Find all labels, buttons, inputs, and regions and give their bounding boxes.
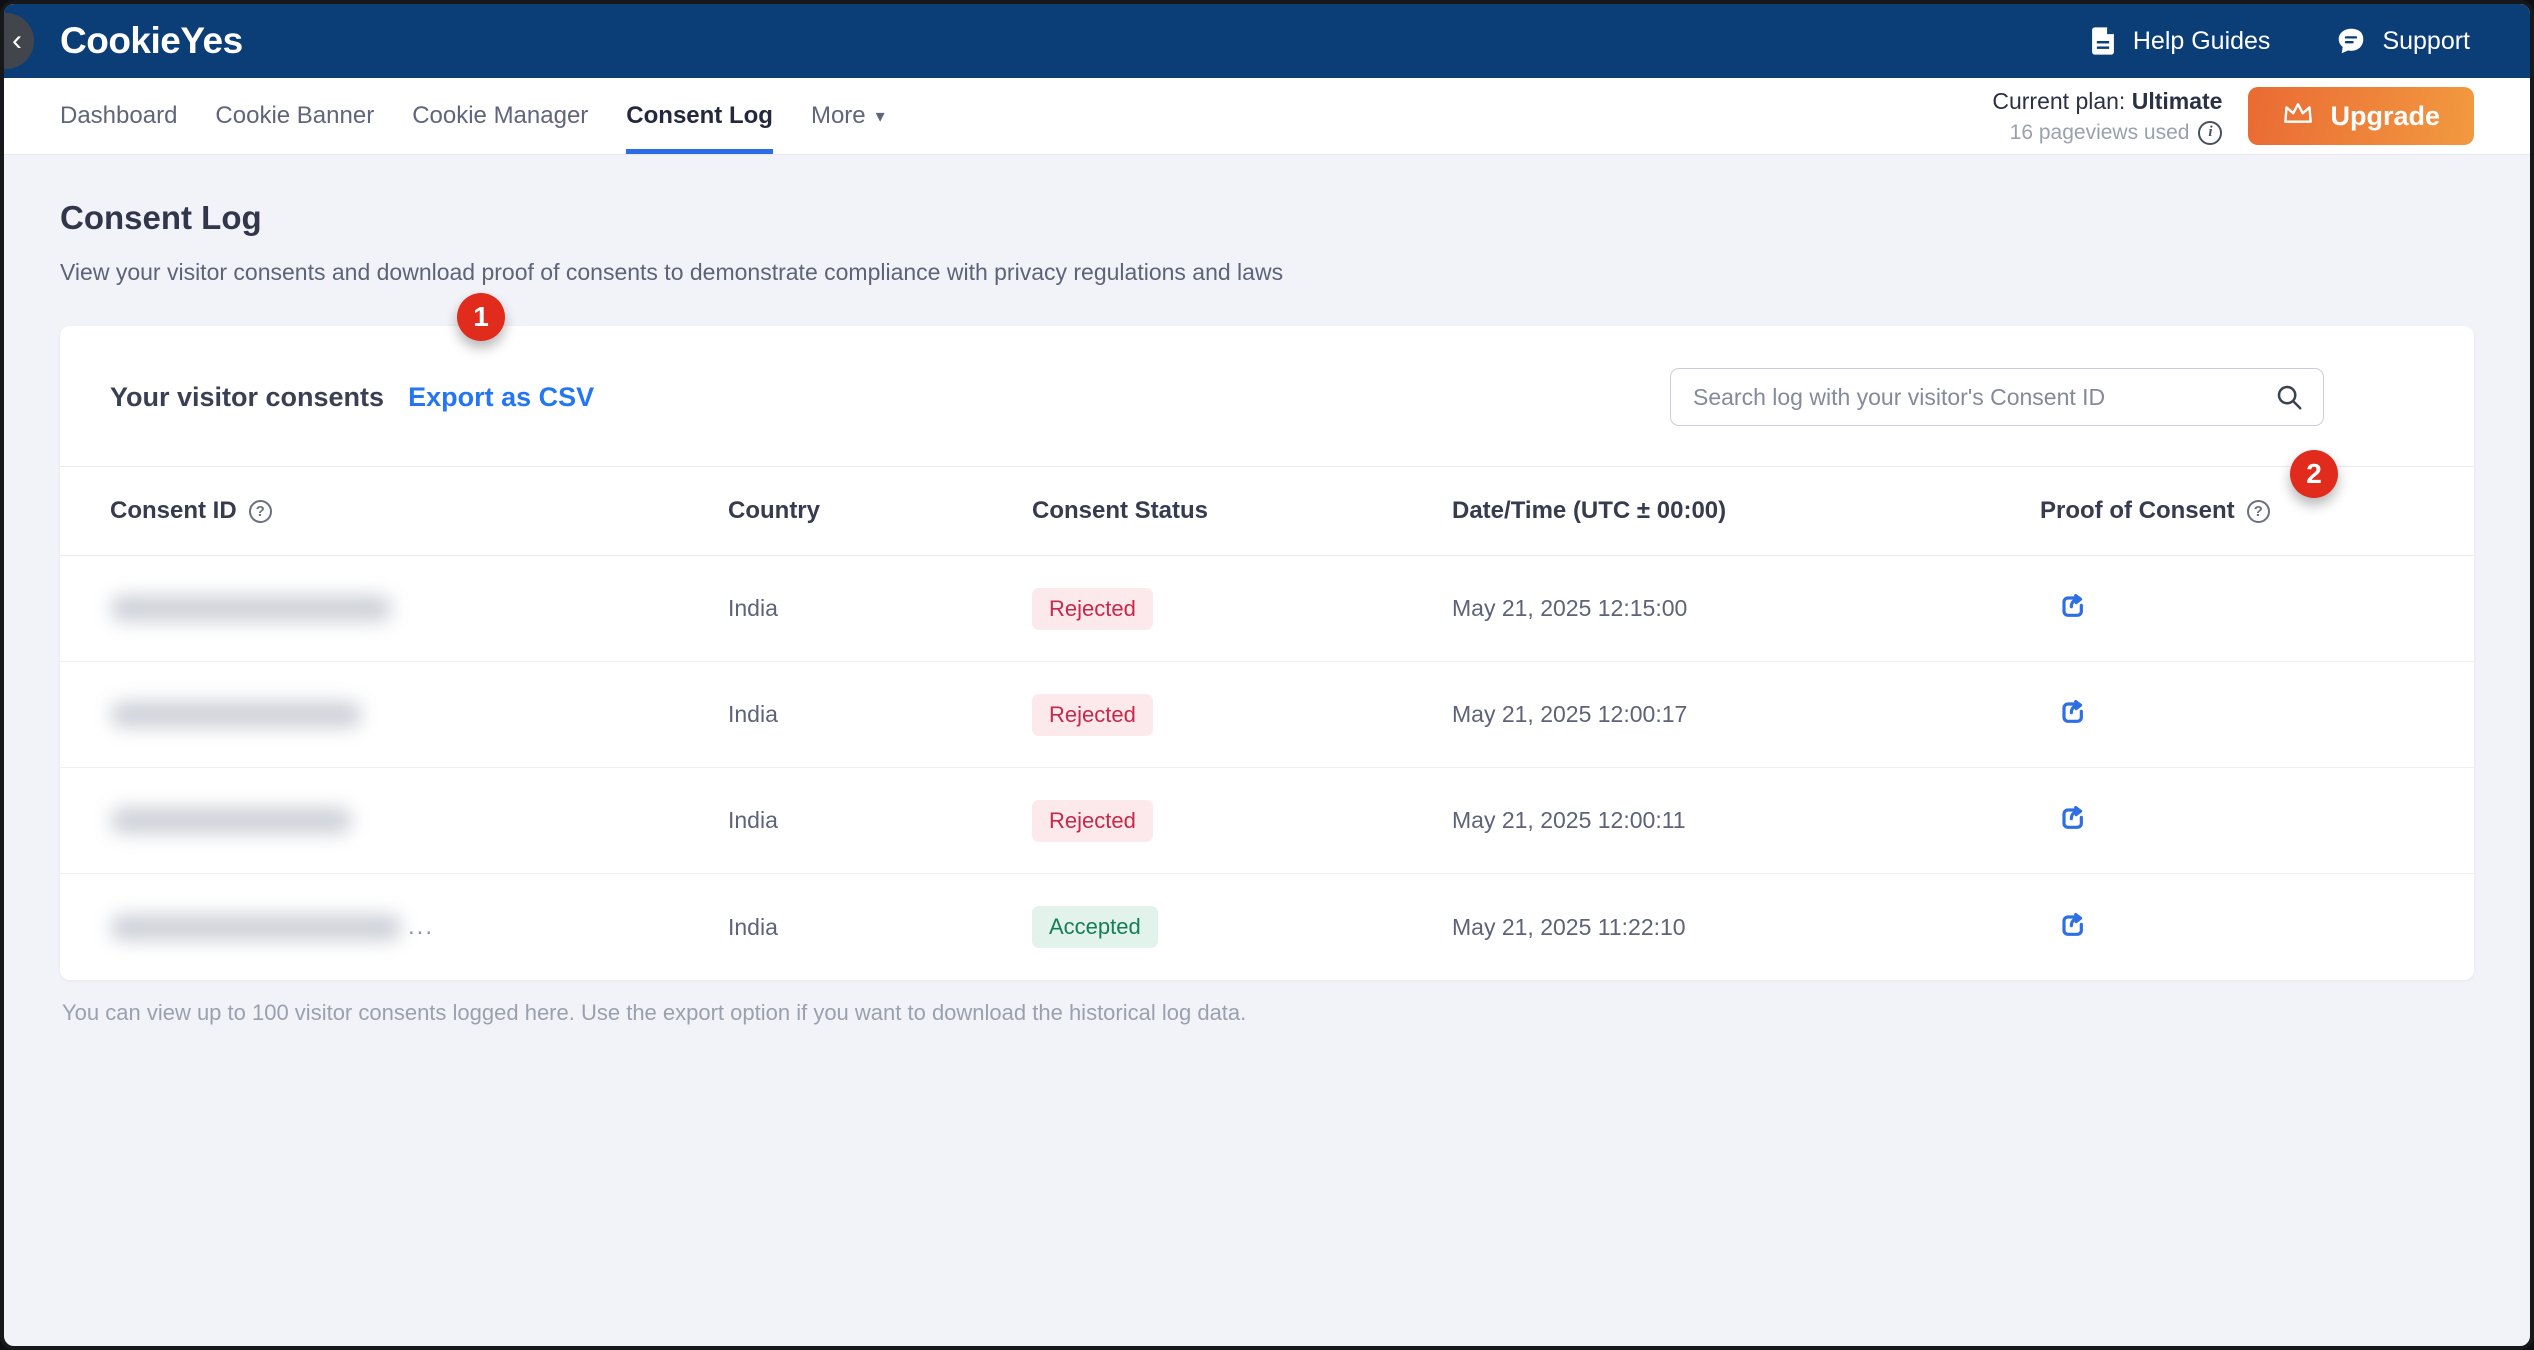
country-cell: India <box>728 701 1032 728</box>
tab-more-label: More <box>811 102 866 130</box>
consent-log-card: Your visitor consents Export as CSV Cons… <box>60 326 2474 980</box>
visitor-consents-heading: Your visitor consents <box>110 382 384 413</box>
app-window: ‹ CookieYes Help Guides Support Dashboar… <box>0 0 2534 1350</box>
tab-dashboard[interactable]: Dashboard <box>60 78 177 154</box>
pageviews-used-text: 16 pageviews used i <box>1992 121 2222 145</box>
cookieyes-logo: CookieYes <box>60 20 243 62</box>
country-cell: India <box>728 595 1032 622</box>
info-icon[interactable]: i <box>2198 121 2222 145</box>
document-icon <box>2089 26 2117 56</box>
export-share-icon <box>2056 909 2088 941</box>
page-subtitle: View your visitor consents and download … <box>60 259 2474 286</box>
col-proof-of-consent: Proof of Consent ? <box>2040 497 2424 525</box>
secondary-nav: Dashboard Cookie Banner Cookie Manager C… <box>4 78 2530 155</box>
status-badge: Accepted <box>1032 906 1158 948</box>
export-share-icon <box>2056 590 2088 622</box>
col-country: Country <box>728 497 1032 525</box>
collapse-back-button[interactable]: ‹ <box>0 13 34 69</box>
country-cell: India <box>728 914 1032 941</box>
export-share-icon <box>2056 696 2088 728</box>
nav-tabs: Dashboard Cookie Banner Cookie Manager C… <box>60 78 885 154</box>
plan-area: Current plan: Ultimate 16 pageviews used… <box>1992 78 2474 154</box>
current-plan-text: Current plan: Ultimate <box>1992 88 2222 115</box>
log-limit-note: You can view up to 100 visitor consents … <box>60 1000 2474 1026</box>
datetime-cell: May 21, 2025 12:00:11 <box>1452 807 2040 834</box>
table-header-row: Consent ID ? Country Consent Status Date… <box>60 466 2474 556</box>
status-badge: Rejected <box>1032 800 1153 842</box>
page-title: Consent Log <box>60 199 2474 237</box>
status-badge: Rejected <box>1032 694 1153 736</box>
status-badge: Rejected <box>1032 588 1153 630</box>
upgrade-label: Upgrade <box>2330 101 2440 132</box>
search-icon[interactable] <box>2274 382 2304 417</box>
table-row: India Rejected May 21, 2025 12:00:17 <box>60 662 2474 768</box>
search-input[interactable] <box>1670 368 2324 426</box>
help-icon[interactable]: ? <box>2247 500 2270 523</box>
col-datetime: Date/Time (UTC ± 00:00) <box>1452 497 2040 525</box>
consent-id-redacted <box>110 807 728 834</box>
chat-bubble-icon <box>2336 26 2366 56</box>
tab-consent-log[interactable]: Consent Log <box>626 78 773 154</box>
plan-name: Ultimate <box>2132 88 2223 114</box>
top-navbar: ‹ CookieYes Help Guides Support <box>4 4 2530 78</box>
consent-id-ellipsis: ... <box>408 913 434 941</box>
plan-info: Current plan: Ultimate 16 pageviews used… <box>1992 88 2222 145</box>
datetime-cell: May 21, 2025 12:15:00 <box>1452 595 2040 622</box>
chevron-down-icon: ▾ <box>876 106 885 127</box>
col-consent-id: Consent ID ? <box>110 497 728 525</box>
consent-id-redacted <box>110 701 728 728</box>
consent-id-redacted <box>110 595 728 622</box>
consent-id-redacted: ... <box>110 913 728 941</box>
crown-icon <box>2282 99 2314 134</box>
upgrade-button[interactable]: Upgrade <box>2248 87 2474 145</box>
support-link[interactable]: Support <box>2336 26 2470 56</box>
main-content: Consent Log View your visitor consents a… <box>4 155 2530 1346</box>
support-label: Support <box>2382 27 2470 56</box>
proof-of-consent-button[interactable] <box>2056 696 2088 728</box>
country-cell: India <box>728 807 1032 834</box>
tab-cookie-banner[interactable]: Cookie Banner <box>215 78 374 154</box>
help-guides-link[interactable]: Help Guides <box>2089 26 2271 56</box>
table-row: India Rejected May 21, 2025 12:00:11 <box>60 768 2474 874</box>
table-row: India Rejected May 21, 2025 12:15:00 <box>60 556 2474 662</box>
export-csv-link[interactable]: Export as CSV <box>408 382 594 413</box>
proof-of-consent-button[interactable] <box>2056 802 2088 834</box>
tab-more[interactable]: More ▾ <box>811 78 885 154</box>
topbar-actions: Help Guides Support <box>2089 26 2470 56</box>
col-consent-status: Consent Status <box>1032 497 1452 525</box>
help-icon[interactable]: ? <box>249 500 272 523</box>
tab-cookie-manager[interactable]: Cookie Manager <box>412 78 588 154</box>
datetime-cell: May 21, 2025 11:22:10 <box>1452 914 2040 941</box>
datetime-cell: May 21, 2025 12:00:17 <box>1452 701 2040 728</box>
proof-of-consent-button[interactable] <box>2056 909 2088 941</box>
proof-of-consent-button[interactable] <box>2056 590 2088 622</box>
export-share-icon <box>2056 802 2088 834</box>
chevron-left-icon: ‹ <box>12 24 22 58</box>
table-row: ... India Accepted May 21, 2025 11:22:10 <box>60 874 2474 980</box>
search-box <box>1670 368 2324 426</box>
help-guides-label: Help Guides <box>2133 27 2271 56</box>
annotation-badge-1: 1 <box>457 293 505 341</box>
card-header: Your visitor consents Export as CSV <box>60 326 2474 466</box>
annotation-badge-2: 2 <box>2290 450 2338 498</box>
